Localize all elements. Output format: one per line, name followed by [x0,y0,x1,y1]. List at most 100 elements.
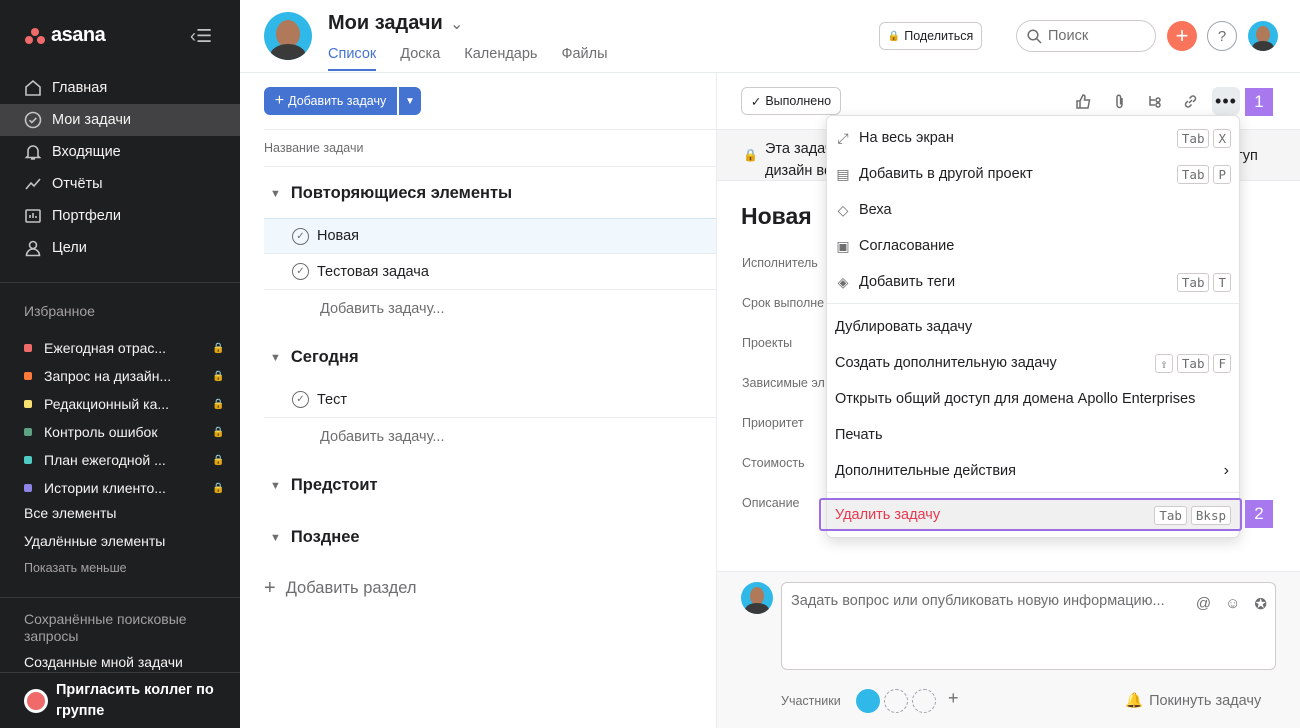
task-row[interactable]: ✓ Тестовая задача [264,254,716,290]
shortcut-key: Tab [1176,164,1210,184]
asana-logo[interactable]: asana [25,24,106,47]
search-input[interactable]: Поиск [1016,20,1156,52]
menu-item-print[interactable]: Печать [827,417,1239,453]
menu-item-approval[interactable]: ▣ Согласование [827,228,1239,264]
sidebar-item-portfolios[interactable]: Портфели [0,200,240,232]
leave-task-button[interactable]: 🔔 Покинуть задачу [1125,692,1261,710]
deleted-items-link[interactable]: Удалённые элементы [24,533,165,549]
created-by-me-link[interactable]: Созданные мной задачи [24,654,183,670]
caret-down-icon[interactable]: ▼ [270,480,281,492]
sidebar-item-label: Портфели [52,208,121,224]
tab-calendar[interactable]: Календарь [464,46,537,71]
add-task-dropdown[interactable]: ▼ [399,87,421,115]
sidebar-item-home[interactable]: Главная [0,72,240,104]
favorite-project[interactable]: Запрос на дизайн... 🔒 [24,362,224,390]
column-header[interactable]: Название задачи [264,129,716,167]
more-actions-button[interactable]: ••• [1212,87,1240,115]
profile-avatar[interactable] [1248,21,1278,51]
user-avatar[interactable] [264,12,312,60]
check-circle-icon[interactable]: ✓ [292,227,309,245]
favorite-project[interactable]: Редакционный ка... 🔒 [24,390,224,418]
sidebar-item-my-tasks[interactable]: Мои задачи [0,104,240,136]
menu-item-more-actions[interactable]: Дополнительные действия › [827,453,1239,489]
menu-item-create-followup[interactable]: Создать дополнительную задачу ⇧ Tab F [827,345,1239,381]
check-circle-icon[interactable]: ✓ [292,391,309,408]
section-header[interactable]: ▼ Позднее [270,528,360,547]
caret-down-icon[interactable]: ▼ [270,532,281,544]
favorite-project[interactable]: Истории клиенто... 🔒 [24,474,224,502]
search-placeholder: Поиск [1048,28,1089,44]
star-icon[interactable]: ✪ [1254,595,1267,613]
top-header: Мои задачи ⌄ Список Доска Календарь Файл… [240,0,1300,73]
tab-list[interactable]: Список [328,46,377,71]
task-name: Новая [317,228,359,244]
favorite-label: План ежегодной ... [44,452,166,468]
saved-searches-title[interactable]: Сохранённые поисковые запросы [24,611,194,645]
section-header[interactable]: ▼ Предстоит [270,476,378,495]
help-button[interactable]: ? [1207,21,1237,51]
sidebar-item-inbox[interactable]: Входящие [0,136,240,168]
members-label: Участники [781,694,841,708]
page-title: Мои задачи [328,12,443,34]
favorite-project[interactable]: План ежегодной ... 🔒 [24,446,224,474]
tab-files[interactable]: Файлы [561,46,607,71]
section-header[interactable]: ▼ Повторяющиеся элементы [270,184,512,203]
menu-item-fullscreen[interactable]: ⤢ На весь экран Tab X [827,120,1239,156]
subtasks-button[interactable] [1141,87,1169,115]
menu-item-label: Добавить теги [859,274,956,290]
tab-board[interactable]: Доска [400,46,440,71]
task-title[interactable]: Новая [741,203,812,230]
shortcut-key: F [1213,353,1231,373]
collapse-sidebar-icon[interactable]: ‹☰ [190,26,212,47]
add-member-icon[interactable] [912,689,936,713]
favorite-project[interactable]: Контроль ошибок 🔒 [24,418,224,446]
bell-icon [24,145,42,160]
add-task-inline[interactable]: Добавить задачу... [320,301,444,317]
check-circle-icon[interactable]: ✓ [292,263,309,280]
attach-button[interactable] [1105,87,1133,115]
menu-item-add-to-project[interactable]: ▤ Добавить в другой проект Tab P [827,156,1239,192]
commenter-avatar [741,582,773,614]
share-button[interactable]: 🔒 Поделиться [879,22,982,50]
menu-item-milestone[interactable]: ◇ Веха [827,192,1239,228]
lock-icon: 🔒 [212,454,225,466]
plus-icon[interactable]: + [948,688,959,709]
sidebar-nav: Главная Мои задачи Входящие Отчёты Портф… [0,72,240,264]
mark-complete-button[interactable]: ✓ Выполнено [741,87,841,115]
emoji-icon[interactable]: ☺ [1225,595,1240,613]
like-button[interactable] [1069,87,1097,115]
all-items-link[interactable]: Все элементы [24,505,116,521]
menu-item-share-domain[interactable]: Открыть общий доступ для домена Apollo E… [827,381,1239,417]
invite-button[interactable]: Пригласить коллег по группе [0,672,240,728]
sidebar-item-goals[interactable]: Цели [0,232,240,264]
task-row[interactable]: ✓ Тест [264,382,716,418]
bell-icon: 🔔 [1125,693,1144,709]
member-avatar[interactable] [856,689,880,713]
mention-icon[interactable]: @ [1196,595,1211,613]
section-header[interactable]: ▼ Сегодня [270,348,359,367]
caret-down-icon[interactable]: ▼ [270,188,281,200]
logo-text: asana [51,24,106,46]
add-task-inline[interactable]: Добавить задачу... [320,429,444,445]
chevron-down-icon[interactable]: ⌄ [450,14,463,34]
menu-item-label: Дублировать задачу [835,319,973,335]
menu-item-add-tags[interactable]: ◈ Добавить теги Tab T [827,264,1239,300]
menu-item-label: Печать [835,427,883,443]
caret-down-icon[interactable]: ▼ [270,352,281,364]
add-task-button[interactable]: + Добавить задачу [264,87,397,115]
lock-icon: 🔒 [212,482,225,494]
favorite-project[interactable]: Ежегодная отрас... 🔒 [24,334,224,362]
quick-add-button[interactable]: + [1167,21,1197,51]
sidebar-item-reports[interactable]: Отчёты [0,168,240,200]
copy-link-button[interactable] [1176,87,1204,115]
menu-item-label: Веха [859,202,892,218]
field-label-due-date: Срок выполне [742,296,825,310]
add-section-button[interactable]: + Добавить раздел [264,577,416,600]
comment-input[interactable]: Задать вопрос или опубликовать новую инф… [781,582,1276,670]
add-member-icon[interactable] [884,689,908,713]
task-row[interactable]: ✓ Новая [264,218,716,254]
step-badge-1: 1 [1245,88,1273,116]
show-less-link[interactable]: Показать меньше [24,561,127,575]
menu-item-duplicate[interactable]: Дублировать задачу [827,309,1239,345]
favorites-title[interactable]: Избранное [24,303,95,319]
